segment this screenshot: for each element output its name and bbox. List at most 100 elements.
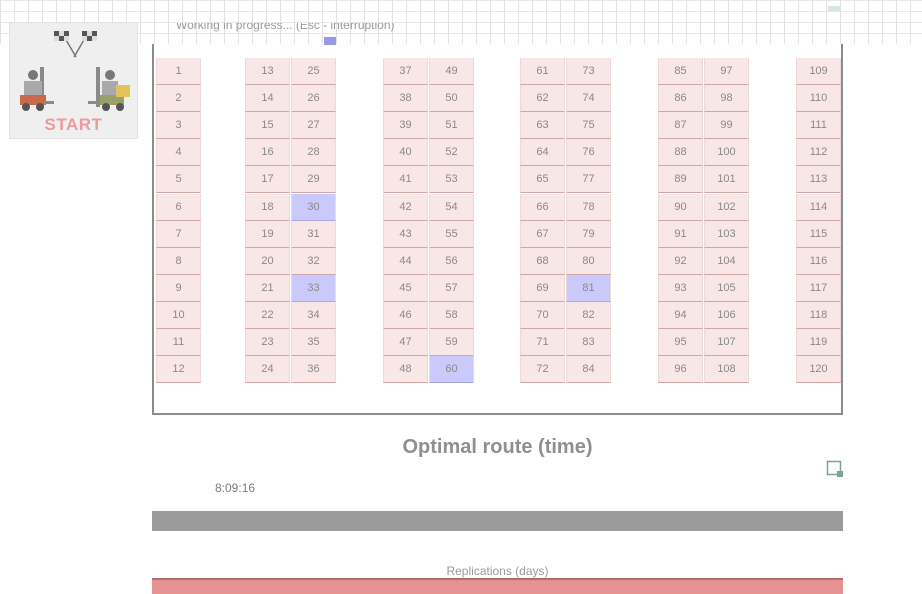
- location-cell-58: 58: [429, 301, 474, 329]
- start-button[interactable]: START: [9, 22, 138, 139]
- location-cell-104: 104: [704, 247, 749, 275]
- location-cell-57: 57: [429, 274, 474, 302]
- location-cell-86: 86: [658, 85, 703, 113]
- location-cell-102: 102: [704, 193, 749, 221]
- location-cell-110: 110: [796, 85, 841, 113]
- warehouse-layout: 1 2 3 4 5 6 7 8 9 10 11 12 13 14 15 16 17 18 19 20 21 22 23 24 2…: [152, 44, 843, 415]
- location-cell-119: 119: [796, 329, 841, 356]
- location-cell-114: 114: [796, 193, 841, 221]
- location-cell-91: 91: [658, 220, 703, 248]
- location-cell-116: 116: [796, 247, 841, 275]
- location-cell-88: 88: [658, 139, 703, 167]
- location-cell-37: 37: [383, 58, 428, 85]
- location-cell-1: 1: [156, 58, 201, 85]
- location-cell-75: 75: [566, 112, 611, 140]
- location-cell-10: 10: [156, 301, 201, 329]
- location-cell-59: 59: [429, 329, 474, 356]
- location-cell-117: 117: [796, 274, 841, 302]
- status-message: Working in progress... (Esc - interrupti…: [176, 23, 395, 32]
- location-cell-6: 6: [156, 193, 201, 221]
- location-cell-68: 68: [520, 247, 565, 275]
- location-cell-118: 118: [796, 301, 841, 329]
- location-cell-28: 28: [291, 139, 336, 167]
- location-cell-11: 11: [156, 329, 201, 356]
- location-cell-18: 18: [245, 193, 290, 221]
- location-cell-73: 73: [566, 58, 611, 85]
- location-cell-47: 47: [383, 329, 428, 356]
- location-cell-107: 107: [704, 329, 749, 356]
- location-cell-22: 22: [245, 301, 290, 329]
- location-cell-41: 41: [383, 166, 428, 194]
- location-cell-13: 13: [245, 58, 290, 85]
- location-cell-83: 83: [566, 329, 611, 356]
- location-cell-76: 76: [566, 139, 611, 167]
- location-cell-20: 20: [245, 247, 290, 275]
- location-cell-90: 90: [658, 193, 703, 221]
- location-cell-61: 61: [520, 58, 565, 85]
- location-cell-77: 77: [566, 166, 611, 194]
- location-cell-51: 51: [429, 112, 474, 140]
- location-cell-98: 98: [704, 85, 749, 113]
- location-cell-74: 74: [566, 85, 611, 113]
- location-cell-4: 4: [156, 139, 201, 167]
- location-cell-33: 33: [291, 274, 336, 302]
- corner-indicator: [828, 6, 841, 11]
- location-cell-96: 96: [658, 356, 703, 384]
- location-cell-72: 72: [520, 356, 565, 384]
- location-cell-95: 95: [658, 329, 703, 356]
- location-cell-65: 65: [520, 166, 565, 194]
- location-cell-8: 8: [156, 247, 201, 275]
- location-cell-3: 3: [156, 112, 201, 140]
- location-cell-55: 55: [429, 220, 474, 248]
- location-cell-70: 70: [520, 301, 565, 329]
- location-cell-49: 49: [429, 58, 474, 85]
- location-cell-34: 34: [291, 301, 336, 329]
- location-cell-7: 7: [156, 220, 201, 248]
- location-cell-71: 71: [520, 329, 565, 356]
- location-cell-64: 64: [520, 139, 565, 167]
- location-cell-9: 9: [156, 274, 201, 302]
- location-cell-103: 103: [704, 220, 749, 248]
- location-cell-97: 97: [704, 58, 749, 85]
- location-cell-35: 35: [291, 329, 336, 356]
- location-cell-111: 111: [796, 112, 841, 140]
- location-cell-26: 26: [291, 85, 336, 113]
- route-time: 8:09:16: [215, 481, 256, 495]
- location-cell-112: 112: [796, 139, 841, 167]
- location-cell-32: 32: [291, 247, 336, 275]
- location-cell-82: 82: [566, 301, 611, 329]
- location-cell-46: 46: [383, 301, 428, 329]
- location-cell-53: 53: [429, 166, 474, 194]
- location-cell-120: 120: [796, 356, 841, 384]
- location-cell-92: 92: [658, 247, 703, 275]
- location-cell-60: 60: [429, 356, 474, 384]
- location-cell-24: 24: [245, 356, 290, 384]
- location-cell-19: 19: [245, 220, 290, 248]
- expand-corner-icon[interactable]: [826, 460, 844, 478]
- location-cell-25: 25: [291, 58, 336, 85]
- location-cell-54: 54: [429, 193, 474, 221]
- location-cell-79: 79: [566, 220, 611, 248]
- location-cell-67: 67: [520, 220, 565, 248]
- replications-bar: [152, 578, 843, 594]
- location-cell-56: 56: [429, 247, 474, 275]
- location-cell-21: 21: [245, 274, 290, 302]
- location-cell-66: 66: [520, 193, 565, 221]
- location-cell-29: 29: [291, 166, 336, 194]
- location-cell-12: 12: [156, 356, 201, 384]
- location-cell-115: 115: [796, 220, 841, 248]
- location-cell-48: 48: [383, 356, 428, 384]
- location-cell-39: 39: [383, 112, 428, 140]
- location-cell-80: 80: [566, 247, 611, 275]
- location-cell-16: 16: [245, 139, 290, 167]
- location-cell-45: 45: [383, 274, 428, 302]
- location-cell-40: 40: [383, 139, 428, 167]
- location-cell-78: 78: [566, 193, 611, 221]
- location-cell-106: 106: [704, 301, 749, 329]
- location-cell-42: 42: [383, 193, 428, 221]
- location-cell-108: 108: [704, 356, 749, 384]
- location-cell-85: 85: [658, 58, 703, 85]
- location-cell-14: 14: [245, 85, 290, 113]
- location-cell-100: 100: [704, 139, 749, 167]
- location-cell-5: 5: [156, 166, 201, 194]
